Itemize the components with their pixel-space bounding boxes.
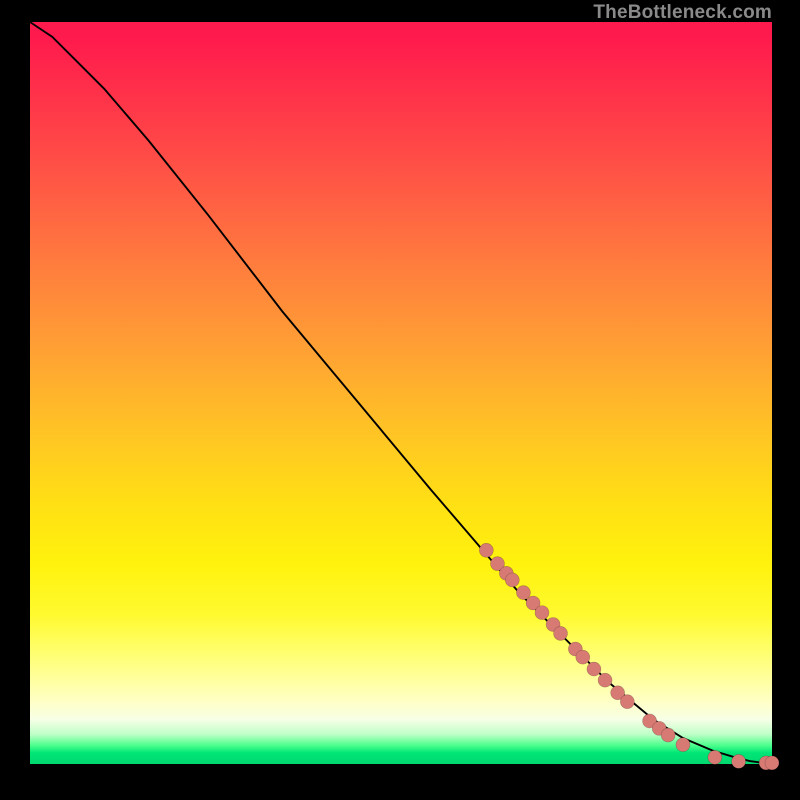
data-point — [708, 750, 722, 764]
plot-area — [30, 22, 772, 764]
curve-line — [30, 22, 772, 763]
data-point — [732, 754, 746, 768]
data-point — [479, 543, 493, 557]
data-point — [620, 695, 634, 709]
data-point — [676, 738, 690, 752]
chart-svg — [30, 22, 772, 764]
data-point — [587, 662, 601, 676]
watermark-label: TheBottleneck.com — [593, 2, 772, 24]
data-point — [598, 673, 612, 687]
chart-stage: TheBottleneck.com — [0, 0, 800, 800]
data-point — [576, 650, 590, 664]
data-point — [554, 626, 568, 640]
data-point — [505, 573, 519, 587]
data-point — [535, 606, 549, 620]
data-point — [765, 756, 779, 770]
data-point — [661, 728, 675, 742]
